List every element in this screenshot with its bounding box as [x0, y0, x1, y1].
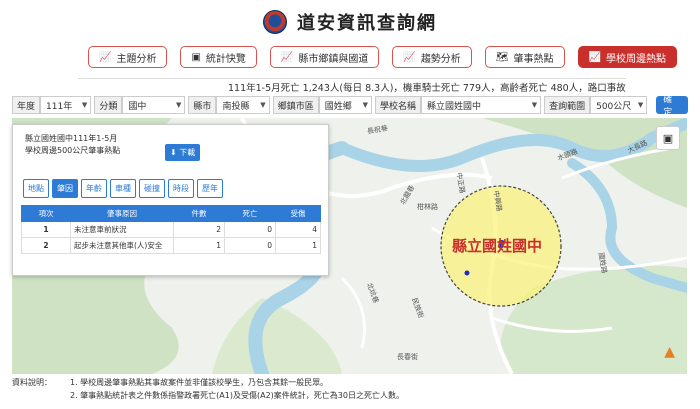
tab-hotspots[interactable]: 🗺 肇事熱點	[484, 46, 565, 68]
main-tabs: 📈 主題分析 ▣ 統計快覽 📈 縣市鄉鎮與國道 📈 趨勢分析 🗺 肇事熱點 📈 學校周邊熱點	[88, 46, 677, 68]
notes-label: 資料說明：	[12, 378, 52, 387]
chart-icon: 📈	[280, 51, 294, 63]
county-label: 縣市	[188, 96, 217, 114]
tab-county-town[interactable]: 📈 縣市鄉鎮與國道	[269, 46, 380, 68]
col-header: 死亡	[224, 205, 276, 222]
tab-school-hotspots[interactable]: 📈 學校周邊熱點	[577, 46, 677, 68]
row-count: 1	[173, 237, 225, 254]
table-row: 2 起步未注意其他車(人)安全 1 0 1	[21, 237, 321, 254]
col-header: 項次	[21, 205, 71, 222]
school-map-label: 縣立國姓國中	[452, 237, 543, 255]
confirm-button[interactable]: 確定	[656, 95, 688, 118]
row-injury: 4	[275, 221, 321, 238]
panel-subtabs: 地點 肇因 年齡 車種 碰撞 時段 歷年	[23, 179, 223, 198]
row-injury: 1	[275, 237, 321, 254]
row-cause: 未注意車前狀況	[70, 221, 174, 238]
note-line: 2. 肇事熱點統計表之件數係指警政署死亡(A1)及受傷(A2)案件統計，死亡為3…	[70, 391, 404, 400]
road-label: 長春街	[397, 353, 418, 361]
subtab-collision[interactable]: 碰撞	[139, 179, 165, 198]
subtab-location[interactable]: 地點	[23, 179, 49, 198]
page-title: 道安資訊查詢網	[297, 13, 437, 34]
category-select[interactable]: 國中 ▼	[122, 96, 186, 114]
town-select[interactable]: 國姓鄉 ▼	[318, 96, 372, 114]
chevron-down-icon: ▼	[362, 101, 368, 109]
stats-panel: 縣立國姓國中111年1-5月 學校周邊500公尺肇事熱點 ⬇ 下載 地點 肇因 …	[12, 124, 329, 276]
range-label: 查詢範圍	[544, 96, 591, 114]
north-arrow-icon: ▲	[664, 344, 675, 360]
subtab-age[interactable]: 年齡	[81, 179, 107, 198]
row-cause: 起步未注意其他車(人)安全	[70, 237, 174, 254]
chevron-down-icon: ▼	[637, 101, 644, 109]
chevron-down-icon: ▼	[176, 101, 182, 109]
tab-quick-stats[interactable]: ▣ 統計快覽	[180, 46, 257, 68]
chevron-down-icon: ▼	[531, 101, 538, 109]
row-no: 1	[21, 221, 71, 238]
range-select[interactable]: 500公尺 ▼	[590, 96, 648, 114]
page-header: 道安資訊查詢網	[0, 0, 700, 44]
image-icon: ▣	[662, 131, 674, 145]
download-button[interactable]: ⬇ 下載	[165, 144, 201, 161]
subtab-vehicle[interactable]: 車種	[110, 179, 136, 198]
row-count: 2	[173, 221, 225, 238]
col-header: 受傷	[275, 205, 321, 222]
row-no: 2	[21, 237, 71, 254]
map-icon: 🗺	[495, 51, 509, 63]
ticker-text: 111年1-5月死亡 1,243人(每日 8.3人)，機車騎士死亡 779人，高…	[228, 83, 626, 93]
col-header: 件數	[173, 205, 225, 222]
road-label: 柑林路	[417, 203, 438, 211]
map-screenshot-button[interactable]: ▣	[656, 126, 680, 150]
cause-table: 項次 肇事原因 件數 死亡 受傷 1 未注意車前狀況 2 0 4 2 起步未注意…	[21, 205, 321, 254]
table-row: 1 未注意車前狀況 2 0 4	[21, 221, 321, 238]
chevron-down-icon: ▼	[260, 101, 266, 109]
school-select[interactable]: 縣立國姓國中 ▼	[420, 96, 542, 114]
school-label: 學校名稱	[374, 96, 421, 114]
tab-trend-analysis[interactable]: 📈 趨勢分析	[392, 46, 472, 68]
accident-point	[464, 270, 470, 276]
subtab-cause[interactable]: 肇因	[52, 179, 78, 198]
year-select[interactable]: 111年 ▼	[40, 96, 92, 114]
tab-topic-analysis[interactable]: 📈 主題分析	[88, 46, 168, 68]
subtab-history[interactable]: 歷年	[197, 179, 223, 198]
police-badge-icon	[263, 10, 287, 34]
county-select[interactable]: 南投縣 ▼	[216, 96, 270, 114]
chart-icon: 📈	[403, 51, 416, 63]
camera-icon: ▣	[191, 51, 201, 63]
filter-bar: 年度 111年 ▼ 分類 國中 ▼ 縣市 南投縣 ▼ 鄉鎮市區 國姓鄉 ▼ 學校名稱 縣…	[12, 95, 688, 118]
note-line: 1. 學校周邊肇事熱點其事故案件並非僅該校學生，乃包含其餘一般民眾。	[70, 378, 329, 387]
chart-icon: 📈	[588, 51, 601, 63]
data-notes: 資料說明： 1. 學校周邊肇事熱點其事故案件並非僅該校學生，乃包含其餘一般民眾。…	[12, 376, 404, 402]
panel-title: 縣立國姓國中111年1-5月 學校周邊500公尺肇事熱點	[25, 134, 121, 155]
col-header: 肇事原因	[70, 205, 174, 222]
year-label: 年度	[12, 96, 41, 114]
news-ticker: 111年1-5月死亡 1,243人(每日 8.3人)，機車騎士死亡 779人，高…	[78, 78, 626, 93]
chart-icon: 📈	[99, 51, 112, 63]
category-label: 分類	[94, 96, 123, 114]
chevron-down-icon: ▼	[81, 101, 88, 109]
row-death: 0	[224, 221, 276, 238]
town-label: 鄉鎮市區	[272, 96, 319, 114]
download-icon: ⬇	[170, 148, 177, 157]
row-death: 0	[224, 237, 276, 254]
subtab-time[interactable]: 時段	[168, 179, 194, 198]
